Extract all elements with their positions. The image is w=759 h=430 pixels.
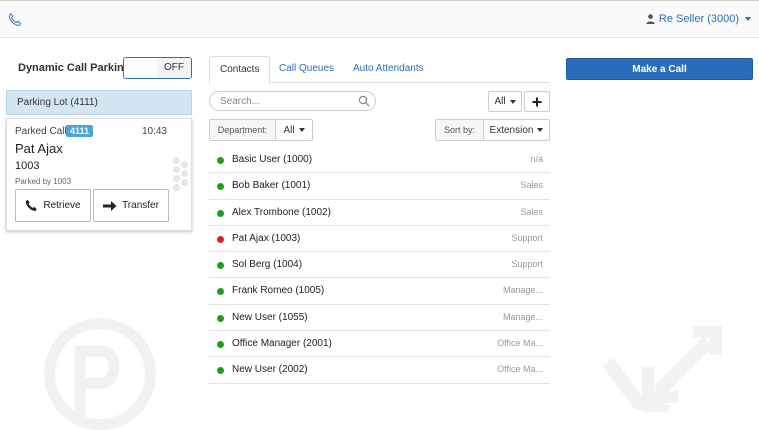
status-filter-dropdown[interactable]: All	[488, 91, 522, 112]
parked-time: 10:43	[141, 126, 167, 137]
dynamic-call-parking-label: Dynamic Call Parking	[18, 62, 131, 74]
park-slot-badge: 4111	[66, 125, 94, 137]
drag-handle-icon[interactable]	[171, 157, 191, 193]
presence-dot	[217, 367, 224, 375]
department-dropdown[interactable]: All	[275, 119, 313, 141]
tab-auto-attendants[interactable]: Auto Attendants	[353, 56, 424, 83]
presence-dot	[217, 288, 224, 296]
contact-row[interactable]: Basic User (1000) n/a	[209, 147, 550, 174]
arrow-right-icon	[103, 200, 117, 211]
chevron-down-icon	[509, 99, 516, 104]
chevron-down-icon	[537, 128, 544, 132]
phone-handset-icon	[26, 199, 38, 212]
search-box	[209, 91, 376, 111]
contact-department: Sales	[520, 180, 543, 191]
plus-icon	[532, 97, 542, 106]
transfer-watermark-icon	[602, 326, 722, 412]
toggle-knob	[124, 58, 158, 78]
contact-department: Support	[511, 259, 543, 270]
parked-caller-ext: 1003	[15, 160, 40, 172]
contact-department: Sales	[520, 206, 543, 217]
contact-row[interactable]: New User (1055) Manage...	[209, 305, 550, 332]
tab-call-queues[interactable]: Call Queues	[279, 56, 334, 83]
retrieve-button[interactable]: Retrieve	[15, 189, 91, 222]
contact-name: Basic User (1000)	[232, 154, 313, 165]
department-label: Department:	[209, 119, 275, 141]
make-call-button[interactable]: Make a Call	[566, 58, 753, 80]
transfer-button[interactable]: Transfer	[93, 189, 169, 222]
presence-dot	[217, 341, 224, 349]
contact-tabs: Contacts Call Queues Auto Attendants	[209, 56, 550, 84]
contact-list: Basic User (1000) n/a Bob Baker (1001) S…	[209, 147, 550, 384]
parked-call-card: Parked Call 4111 10:43 Pat Ajax 1003 Par…	[6, 118, 192, 231]
contact-name: Office Manager (2001)	[232, 338, 332, 350]
contact-name: Bob Baker (1001)	[232, 180, 311, 192]
presence-dot	[217, 209, 224, 217]
retrieve-label: Retrieve	[43, 200, 81, 211]
contact-row[interactable]: New User (2002) Office Ma...	[209, 357, 550, 384]
parked-by-text: Parked by 1003	[15, 177, 72, 186]
contact-department: Office Ma...	[497, 338, 543, 349]
contact-department: n/a	[530, 154, 543, 164]
parked-call-label: Parked Call	[15, 126, 67, 137]
toggle-state: OFF	[157, 58, 191, 78]
department-value: All	[283, 124, 295, 136]
user-icon	[646, 14, 655, 24]
parking-lot-header[interactable]: Parking Lot (4111)	[6, 90, 192, 115]
contact-row[interactable]: Office Manager (2001) Office Ma...	[209, 331, 550, 358]
top-bar: Re Seller (3000)	[0, 0, 759, 38]
contact-row[interactable]: Alex Trombone (1002) Sales	[209, 200, 550, 226]
contact-row[interactable]: Bob Baker (1001) Sales	[209, 173, 550, 200]
contact-name: Alex Trombone (1002)	[232, 206, 331, 218]
contact-department: Support	[511, 232, 543, 243]
contact-name: Pat Ajax (1003)	[232, 232, 301, 244]
presence-dot	[217, 157, 224, 164]
presence-dot	[217, 235, 224, 243]
contact-name: Sol Berg (1004)	[232, 259, 303, 271]
transfer-label: Transfer	[122, 200, 159, 211]
presence-dot	[217, 183, 224, 191]
parked-caller-name: Pat Ajax	[15, 141, 63, 156]
tab-contacts[interactable]: Contacts	[209, 56, 271, 84]
contact-department: Manage...	[502, 285, 543, 296]
contact-name: Frank Romeo (1005)	[232, 285, 325, 297]
user-menu[interactable]: Re Seller (3000)	[646, 13, 751, 25]
presence-dot	[217, 314, 224, 322]
sort-dropdown[interactable]: Extension	[483, 119, 550, 141]
add-contact-button[interactable]	[524, 91, 550, 112]
contact-row[interactable]: Sol Berg (1004) Support	[209, 252, 550, 279]
contact-department: Office Ma...	[497, 364, 543, 375]
presence-dot	[217, 262, 224, 270]
contact-department: Manage...	[502, 311, 543, 322]
dynamic-parking-toggle[interactable]: OFF	[123, 57, 192, 79]
search-input[interactable]	[218, 94, 358, 109]
search-icon[interactable]	[358, 95, 370, 107]
sort-value: Extension	[489, 124, 534, 136]
contact-name: New User (2002)	[232, 364, 308, 376]
sort-label: Sort by:	[435, 119, 483, 141]
chevron-down-icon	[298, 128, 305, 132]
contact-name: New User (1055)	[232, 311, 308, 323]
user-label: Re Seller (3000)	[658, 13, 739, 25]
status-filter-value: All	[494, 96, 506, 107]
phone-icon[interactable]	[7, 12, 23, 28]
contact-row[interactable]: Pat Ajax (1003) Support	[209, 226, 550, 253]
contact-row[interactable]: Frank Romeo (1005) Manage...	[209, 278, 550, 305]
chevron-down-icon	[745, 17, 751, 21]
parking-watermark-icon	[44, 318, 156, 430]
